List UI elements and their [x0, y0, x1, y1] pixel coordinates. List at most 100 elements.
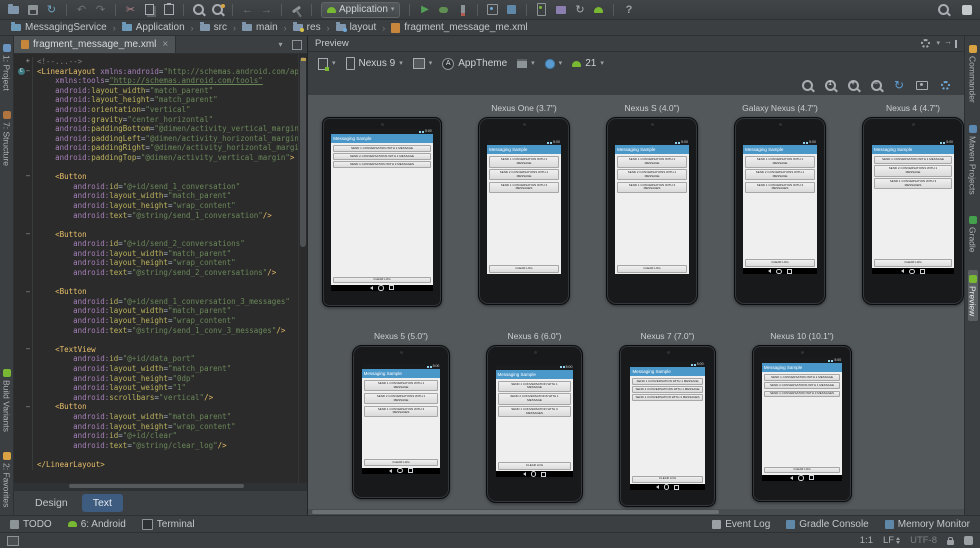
mini-button[interactable]: SEND 2 CONVERSATIONS WITH 1 MESSAGE [333, 153, 431, 160]
sdk-manager-icon[interactable] [503, 2, 520, 18]
refresh-icon[interactable]: ↻ [892, 78, 906, 92]
mini-button[interactable]: SEND 2 CONVERSATIONS WITH 1 MESSAGE [764, 382, 840, 389]
mini-button[interactable]: SEND 1 CONVERSATION WITH 3 MESSAGES [764, 391, 840, 398]
mini-clear-log-button[interactable]: CLEAR LOG [498, 462, 572, 470]
mini-clear-log-button[interactable]: CLEAR LOG [745, 259, 815, 267]
lock-icon[interactable] [947, 540, 954, 545]
undo-icon[interactable]: ↶ [73, 2, 90, 18]
mini-button[interactable]: SEND 1 CONVERSATION WITH 1 MESSAGE [745, 156, 815, 167]
mini-button[interactable]: SEND 1 CONVERSATION WITH 1 MESSAGE [632, 378, 702, 385]
mini-clear-log-button[interactable]: CLEAR LOG [632, 476, 702, 483]
tool-window-button-android[interactable]: 6: Android [68, 519, 126, 530]
tool-window-button-preview[interactable]: Preview [968, 270, 978, 321]
settings-window-icon[interactable] [958, 2, 975, 18]
tool-window-button-todo[interactable]: TODO [10, 519, 52, 530]
device-preview[interactable]: 5:00Messaging SampleSEND 1 CONVERSATION … [322, 103, 442, 307]
highlighting-level-icon[interactable] [964, 536, 973, 545]
api-version-selector[interactable]: 21 ▾ [572, 58, 604, 69]
canvas-horizontal-scrollbar[interactable] [308, 509, 964, 515]
mini-button[interactable]: SEND 1 CONVERSATION WITH 3 MESSAGES [364, 406, 439, 417]
tool-window-button-gradle[interactable]: Gradle [968, 211, 978, 258]
find-icon[interactable] [190, 2, 207, 18]
mini-button[interactable]: SEND 1 CONVERSATION WITH 1 MESSAGE [764, 374, 840, 381]
settings-icon[interactable] [938, 78, 952, 92]
editor-tab[interactable]: fragment_message_me.xml × [14, 36, 176, 53]
mini-button[interactable]: SEND 1 CONVERSATION WITH 1 MESSAGE [364, 380, 439, 391]
debug-icon[interactable] [435, 2, 452, 18]
zoom-in-icon[interactable]: + [846, 78, 860, 92]
locale-selector[interactable]: ▾ [545, 59, 563, 69]
device-monitor-icon[interactable] [533, 2, 550, 18]
mini-button[interactable]: SEND 1 CONVERSATION WITH 3 MESSAGES [617, 182, 687, 193]
back-icon[interactable]: ← [239, 2, 256, 18]
fold-expand-icon[interactable]: + [26, 58, 30, 65]
capture-screen-icon[interactable] [552, 2, 569, 18]
attach-debugger-icon[interactable] [454, 2, 471, 18]
mini-button[interactable]: SEND 1 CONVERSATION WITH 3 MESSAGES [745, 182, 815, 193]
zoom-fit-icon[interactable] [800, 78, 814, 92]
save-all-icon[interactable] [24, 2, 41, 18]
mini-clear-log-button[interactable]: CLEAR LOG [617, 265, 687, 273]
mini-clear-log-button[interactable]: CLEAR LOG [489, 265, 559, 273]
tab-design[interactable]: Design [24, 494, 79, 512]
theme-selector[interactable]: A AppTheme [442, 58, 507, 70]
project-structure-icon[interactable] [484, 2, 501, 18]
mini-clear-log-button[interactable]: CLEAR LOG [333, 277, 431, 284]
breadcrumb-item[interactable]: fragment_message_me.xml [388, 22, 530, 33]
mini-button[interactable]: SEND 1 CONVERSATION WITH 1 MESSAGE [333, 145, 431, 152]
fold-collapse-icon[interactable]: − [26, 346, 30, 353]
device-preview[interactable]: Nexus 6 (6.0")5:00Messaging SampleSEND 1… [486, 331, 583, 503]
screenshot-icon[interactable] [915, 78, 929, 92]
breadcrumb-item[interactable]: layout [333, 22, 380, 33]
close-tab-icon[interactable]: × [162, 39, 168, 50]
caret-position[interactable]: 1:1 [860, 535, 873, 546]
tool-window-button-terminal[interactable]: Terminal [142, 519, 195, 530]
mini-button[interactable]: SEND 1 CONVERSATION WITH 1 MESSAGE [498, 381, 572, 392]
fold-collapse-icon[interactable]: − [26, 231, 30, 238]
tool-window-button-maven[interactable]: Maven Projects [968, 120, 978, 200]
breadcrumb-item[interactable]: main [239, 22, 281, 33]
mini-button[interactable]: SEND 1 CONVERSATION WITH 1 MESSAGE [617, 156, 687, 167]
mini-button[interactable]: SEND 2 CONVERSATIONS WITH 1 MESSAGE [617, 169, 687, 180]
preview-canvas[interactable]: 5:00Messaging SampleSEND 1 CONVERSATION … [308, 95, 964, 515]
tool-window-button-project[interactable]: 1: Project [2, 39, 12, 96]
breadcrumb-item[interactable]: Application [119, 22, 188, 33]
scrollbar-thumb[interactable] [69, 484, 244, 488]
help-icon[interactable]: ? [620, 2, 637, 18]
fold-collapse-icon[interactable]: − [26, 289, 30, 296]
find-in-path-icon[interactable] [209, 2, 226, 18]
zoom-actual-icon[interactable]: 1 [823, 78, 837, 92]
forward-icon[interactable]: → [258, 2, 275, 18]
mini-button[interactable]: SEND 1 CONVERSATION WITH 1 MESSAGE [874, 156, 952, 164]
orientation-selector[interactable]: ▾ [413, 58, 433, 69]
mini-button[interactable]: SEND 1 CONVERSATION WITH 3 MESSAGES [333, 161, 431, 168]
fold-collapse-icon[interactable]: − [26, 173, 30, 180]
tool-window-button-event-log[interactable]: Event Log [712, 519, 770, 530]
mini-button[interactable]: SEND 1 CONVERSATION WITH 1 MESSAGE [489, 156, 559, 167]
breadcrumb-item[interactable]: src [197, 22, 230, 33]
zoom-out-icon[interactable]: − [869, 78, 883, 92]
mini-button[interactable]: SEND 1 CONVERSATION WITH 3 MESSAGES [489, 182, 559, 193]
device-preview[interactable]: Nexus 7 (7.0")5:00Messaging SampleSEND 1… [619, 331, 716, 507]
breadcrumb-item[interactable]: MessagingService [8, 22, 110, 33]
mini-button[interactable]: SEND 2 CONVERSATIONS WITH 1 MESSAGE [364, 393, 439, 404]
mini-button[interactable]: SEND 2 CONVERSATIONS WITH 1 MESSAGE [498, 393, 572, 404]
android-monitor-icon[interactable] [590, 2, 607, 18]
device-preview[interactable]: Nexus 10 (10.1")5:00Messaging SampleSEND… [752, 331, 852, 502]
editor-vertical-scrollbar[interactable] [298, 54, 307, 483]
mini-button[interactable]: SEND 2 CONVERSATIONS WITH 1 MESSAGE [874, 165, 952, 176]
mini-clear-log-button[interactable]: CLEAR LOG [764, 467, 840, 474]
mini-button[interactable]: SEND 2 CONVERSATIONS WITH 1 MESSAGE [745, 169, 815, 180]
open-icon[interactable] [5, 2, 22, 18]
compile-icon[interactable] [288, 2, 305, 18]
hide-panel-icon[interactable] [946, 40, 957, 48]
code-editor[interactable]: +<!--...-->C−<LinearLayout xmlns:android… [14, 54, 307, 483]
mini-clear-log-button[interactable]: CLEAR LOG [364, 459, 439, 467]
scrollbar-thumb[interactable] [312, 510, 719, 514]
sync-icon[interactable]: ↻ [43, 2, 60, 18]
tool-window-button-memory-monitor[interactable]: Memory Monitor [885, 519, 970, 530]
gear-icon[interactable] [921, 39, 930, 48]
mini-button[interactable]: SEND 2 CONVERSATIONS WITH 1 MESSAGE [489, 169, 559, 180]
redo-icon[interactable]: ↷ [92, 2, 109, 18]
run-configuration-selector[interactable]: Application▾ [321, 2, 400, 18]
